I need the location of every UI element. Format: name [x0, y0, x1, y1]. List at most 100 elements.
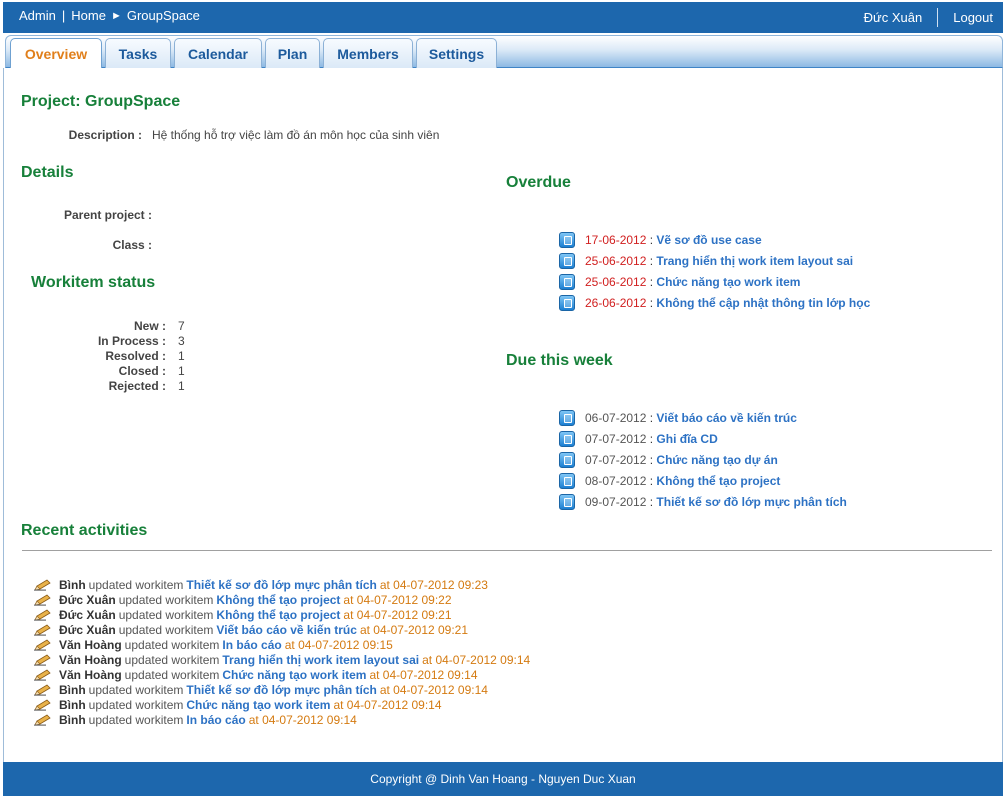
activity-verb: updated workitem	[88, 682, 184, 697]
tab-overview[interactable]: Overview	[10, 38, 102, 69]
status-count: 7	[178, 319, 185, 333]
task-icon	[559, 473, 575, 489]
breadcrumb-home-link[interactable]: Home	[71, 8, 106, 23]
task-icon	[559, 452, 575, 468]
overdue-heading: Overdue	[506, 174, 571, 191]
activity-user: Bình	[59, 712, 86, 727]
content-panel: Project: GroupSpace Description : Hệ thố…	[3, 68, 1003, 762]
overdue-task-link[interactable]: Trang hiển thị work item layout sai	[656, 254, 853, 268]
activity-workitem-link[interactable]: Thiết kế sơ đồ lớp mực phân tích	[186, 683, 376, 697]
footer: Copyright @ Dinh Van Hoang - Nguyen Duc …	[3, 762, 1003, 796]
overdue-task-link[interactable]: Không thể cập nhật thông tin lớp học	[656, 296, 870, 310]
status-count: 1	[178, 364, 185, 378]
status-row-closed: Closed : 1	[64, 364, 214, 379]
pencil-icon	[34, 713, 51, 726]
activity-workitem-link[interactable]: Không thể tạo project	[216, 608, 340, 622]
item-separator: :	[646, 432, 657, 446]
item-separator: :	[646, 275, 657, 289]
activity-verb: updated workitem	[124, 652, 220, 667]
description-label: Description :	[68, 128, 142, 142]
activity-item: Đức Xuân updated workitem Không thể tạo pr…	[34, 592, 452, 607]
activity-timestamp: at 04-07-2012 09:14	[422, 652, 531, 667]
activity-timestamp: at 04-07-2012 09:15	[284, 637, 393, 652]
activity-workitem-link[interactable]: Trang hiển thị work item layout sai	[222, 653, 419, 667]
overdue-date: 17-06-2012	[585, 233, 647, 247]
tab-tasks[interactable]: Tasks	[105, 38, 171, 68]
activity-verb: updated workitem	[124, 667, 220, 682]
details-heading: Details	[21, 164, 74, 181]
due-task-link[interactable]: Viết báo cáo về kiến trúc	[656, 411, 797, 425]
tab-strip: Overview Tasks Calendar Plan Members Set…	[5, 35, 1003, 69]
activity-user: Văn Hoàng	[59, 637, 122, 652]
pencil-icon	[34, 593, 51, 606]
overdue-date: 25-06-2012	[585, 275, 647, 289]
recent-activities-heading: Recent activities	[21, 522, 148, 539]
activity-workitem-link[interactable]: In báo cáo	[186, 713, 245, 727]
item-separator: :	[646, 296, 657, 310]
overdue-task-link[interactable]: Vẽ sơ đồ use case	[656, 233, 761, 247]
tab-plan[interactable]: Plan	[265, 38, 320, 68]
status-label: Rejected :	[108, 379, 166, 393]
activity-verb: updated workitem	[88, 697, 184, 712]
activity-user: Văn Hoàng	[59, 652, 122, 667]
activity-workitem-link[interactable]: Chức năng tạo work item	[186, 698, 330, 712]
pencil-icon	[34, 623, 51, 636]
status-row-rejected: Rejected : 1	[64, 379, 214, 394]
pencil-icon	[34, 698, 51, 711]
activity-verb: updated workitem	[118, 607, 214, 622]
activity-workitem-link[interactable]: Không thể tạo project	[216, 593, 340, 607]
pencil-icon	[34, 638, 51, 651]
activity-workitem-link[interactable]: Viết báo cáo về kiến trúc	[216, 623, 357, 637]
breadcrumb: Admin | Home ► GroupSpace	[19, 8, 200, 23]
breadcrumb-admin-link[interactable]: Admin	[19, 8, 56, 23]
activity-workitem-link[interactable]: In báo cáo	[222, 638, 281, 652]
status-label: Resolved :	[105, 349, 166, 363]
tab-calendar[interactable]: Calendar	[174, 38, 262, 68]
overdue-item: 25-06-2012 : Chức năng tạo work item	[559, 273, 800, 291]
due-task-link[interactable]: Thiết kế sơ đồ lớp mực phân tích	[656, 495, 846, 509]
status-row-new: New : 7	[64, 319, 214, 334]
tab-members[interactable]: Members	[323, 38, 413, 68]
logout-link[interactable]: Logout	[953, 10, 993, 25]
pencil-icon	[34, 683, 51, 696]
user-divider	[937, 8, 939, 27]
item-separator: :	[646, 453, 657, 467]
activity-timestamp: at 04-07-2012 09:23	[379, 577, 488, 592]
task-icon	[559, 431, 575, 447]
activity-item: Bình updated workitem Thiết kế sơ đồ lớp m…	[34, 682, 488, 697]
due-item: 07-07-2012 : Ghi đĩa CD	[559, 430, 718, 448]
activity-user: Văn Hoàng	[59, 667, 122, 682]
top-bar: Admin | Home ► GroupSpace Đức Xuân Logou…	[3, 2, 1003, 33]
status-count: 1	[178, 379, 185, 393]
due-task-link[interactable]: Ghi đĩa CD	[656, 432, 717, 446]
tab-settings[interactable]: Settings	[416, 38, 497, 68]
pencil-icon	[34, 653, 51, 666]
due-task-link[interactable]: Chức năng tạo dự án	[656, 453, 777, 467]
due-item: 09-07-2012 : Thiết kế sơ đồ lớp mực phân…	[559, 493, 847, 511]
due-task-link[interactable]: Không thể tạo project	[656, 474, 780, 488]
activity-timestamp: at 04-07-2012 09:21	[343, 607, 452, 622]
task-icon	[559, 295, 575, 311]
due-item: 06-07-2012 : Viết báo cáo về kiến trúc	[559, 409, 797, 427]
overdue-date: 26-06-2012	[585, 296, 647, 310]
overdue-task-link[interactable]: Chức năng tạo work item	[656, 275, 800, 289]
status-label: Closed :	[118, 364, 166, 378]
breadcrumb-separator: |	[61, 8, 66, 23]
pencil-icon	[34, 668, 51, 681]
overdue-item: 26-06-2012 : Không thể cập nhật thông ti…	[559, 294, 870, 312]
item-separator: :	[646, 411, 657, 425]
activity-workitem-link[interactable]: Chức năng tạo work item	[222, 668, 366, 682]
status-label: New :	[133, 319, 166, 333]
activity-user: Bình	[59, 682, 86, 697]
task-icon	[559, 274, 575, 290]
user-box: Đức Xuân Logout	[864, 8, 993, 27]
activity-item: Bình updated workitem In báo cáo at 04-07-2…	[34, 712, 357, 727]
overdue-date: 25-06-2012	[585, 254, 647, 268]
activity-workitem-link[interactable]: Thiết kế sơ đồ lớp mực phân tích	[186, 578, 376, 592]
activity-verb: updated workitem	[88, 712, 184, 727]
overdue-item: 17-06-2012 : Vẽ sơ đồ use case	[559, 231, 762, 249]
task-icon	[559, 232, 575, 248]
item-separator: :	[646, 233, 657, 247]
activity-item: Văn Hoàng updated workitem Trang hiển thị …	[34, 652, 530, 667]
user-name-link[interactable]: Đức Xuân	[864, 10, 923, 25]
